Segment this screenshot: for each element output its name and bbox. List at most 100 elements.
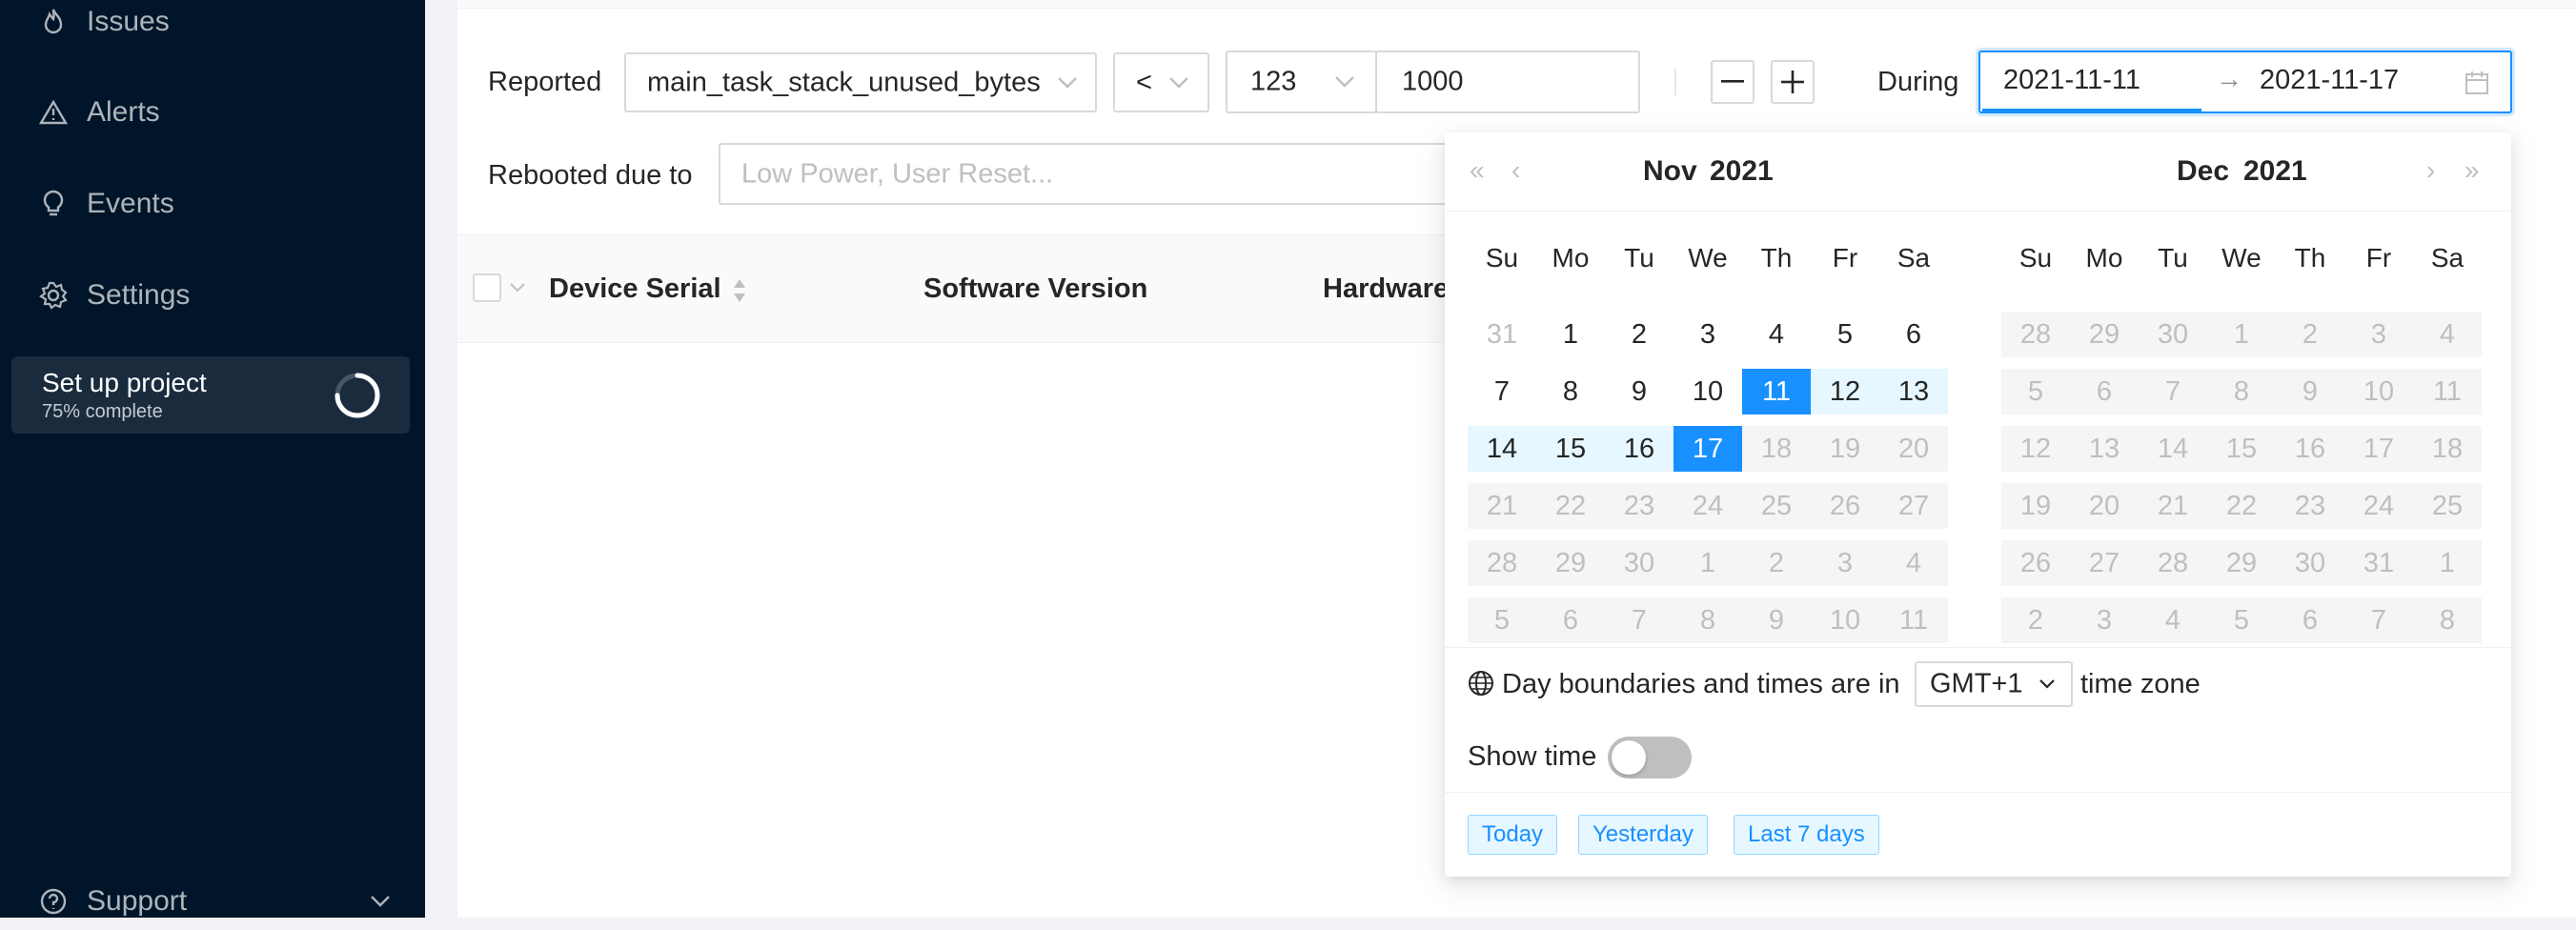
metric-select[interactable]: main_task_stack_unused_bytes [624, 52, 1097, 112]
range-start-input[interactable]: 2021-11-11 [2003, 65, 2140, 96]
calendar-day[interactable]: 29 [2207, 540, 2276, 586]
calendar-day[interactable]: 10 [1811, 597, 1879, 643]
column-device-serial[interactable]: Device Serial [549, 273, 721, 305]
calendar-day[interactable]: 24 [1673, 483, 1742, 529]
calendar-day[interactable]: 27 [2070, 540, 2139, 586]
right-month-label[interactable]: Dec [2177, 155, 2229, 188]
setup-project-card[interactable]: Set up project 75% complete [11, 356, 410, 434]
calendar-day[interactable]: 10 [1673, 369, 1742, 414]
calendar-day[interactable]: 2 [2276, 312, 2344, 357]
calendar-day[interactable]: 13 [1879, 369, 1948, 414]
calendar-day[interactable]: 8 [1536, 369, 1605, 414]
calendar-day[interactable]: 9 [2276, 369, 2344, 414]
add-filter-button[interactable] [1771, 60, 1815, 104]
sidebar-item-events[interactable]: Events [0, 175, 425, 232]
calendar-day[interactable]: 13 [2070, 426, 2139, 472]
remove-filter-button[interactable] [1711, 60, 1755, 104]
left-month-label[interactable]: Nov [1643, 155, 1697, 188]
calendar-day[interactable]: 11 [2413, 369, 2482, 414]
calendar-day[interactable]: 23 [1605, 483, 1673, 529]
calendar-day[interactable]: 1 [1536, 312, 1605, 357]
sidebar-item-issues[interactable]: Issues [0, 0, 425, 51]
threshold-input[interactable]: 1000 [1375, 51, 1640, 113]
operator-select[interactable]: < [1113, 52, 1209, 112]
next-month-icon[interactable]: › [2426, 155, 2435, 186]
calendar-day[interactable]: 5 [2001, 369, 2070, 414]
calendar-day[interactable]: 1 [2207, 312, 2276, 357]
calendar-day[interactable]: 5 [2207, 597, 2276, 643]
calendar-day[interactable]: 8 [1673, 597, 1742, 643]
calendar-day[interactable]: 2 [1742, 540, 1811, 586]
left-year-label[interactable]: 2021 [1710, 155, 1774, 188]
calendar-day[interactable]: 22 [1536, 483, 1605, 529]
column-software-version[interactable]: Software Version [923, 273, 1147, 305]
reboot-reason-input[interactable]: Low Power, User Reset... [719, 143, 1462, 205]
calendar-day[interactable]: 31 [2344, 540, 2413, 586]
calendar-day[interactable]: 7 [2139, 369, 2207, 414]
calendar-day[interactable]: 3 [1811, 540, 1879, 586]
calendar-day[interactable]: 29 [2070, 312, 2139, 357]
calendar-day[interactable]: 4 [2413, 312, 2482, 357]
calendar-day[interactable]: 7 [1468, 369, 1536, 414]
calendar-day[interactable]: 21 [2139, 483, 2207, 529]
calendar-day[interactable]: 26 [2001, 540, 2070, 586]
calendar-day[interactable]: 30 [1605, 540, 1673, 586]
calendar-day[interactable]: 4 [1879, 540, 1948, 586]
calendar-day[interactable]: 22 [2207, 483, 2276, 529]
right-year-label[interactable]: 2021 [2243, 155, 2307, 188]
calendar-day[interactable]: 19 [1811, 426, 1879, 472]
calendar-day[interactable]: 23 [2276, 483, 2344, 529]
calendar-day[interactable]: 5 [1468, 597, 1536, 643]
calendar-day[interactable]: 8 [2413, 597, 2482, 643]
calendar-day[interactable]: 30 [2139, 312, 2207, 357]
calendar-day[interactable]: 12 [2001, 426, 2070, 472]
calendar-day[interactable]: 25 [1742, 483, 1811, 529]
preset-yesterday-button[interactable]: Yesterday [1578, 815, 1708, 855]
calendar-day[interactable]: 4 [2139, 597, 2207, 643]
calendar-day[interactable]: 28 [2139, 540, 2207, 586]
calendar-day[interactable]: 29 [1536, 540, 1605, 586]
calendar-day[interactable]: 3 [2344, 312, 2413, 357]
calendar-day[interactable]: 11 [1879, 597, 1948, 643]
calendar-day[interactable]: 3 [2070, 597, 2139, 643]
calendar-day[interactable]: 19 [2001, 483, 2070, 529]
calendar-day[interactable]: 24 [2344, 483, 2413, 529]
calendar-day[interactable]: 10 [2344, 369, 2413, 414]
value-type-select[interactable]: 123 [1226, 51, 1377, 113]
calendar-day[interactable]: 18 [1742, 426, 1811, 472]
calendar-day[interactable]: 15 [2207, 426, 2276, 472]
calendar-day[interactable]: 1 [1673, 540, 1742, 586]
calendar-day[interactable]: 28 [2001, 312, 2070, 357]
calendar-day[interactable]: 30 [2276, 540, 2344, 586]
calendar-day[interactable]: 15 [1536, 426, 1605, 472]
calendar-day[interactable]: 17 [1673, 426, 1742, 472]
prev-year-icon[interactable]: « [1470, 155, 1485, 186]
select-all-checkbox[interactable] [473, 273, 501, 302]
calendar-day[interactable]: 3 [1673, 312, 1742, 357]
sort-icon[interactable] [732, 277, 747, 304]
calendar-day[interactable]: 27 [1879, 483, 1948, 529]
sidebar-item-support[interactable]: Support [0, 873, 425, 930]
calendar-day[interactable]: 11 [1742, 369, 1811, 414]
calendar-day[interactable]: 8 [2207, 369, 2276, 414]
calendar-day[interactable]: 2 [1605, 312, 1673, 357]
calendar-day[interactable]: 26 [1811, 483, 1879, 529]
show-time-toggle[interactable] [1608, 737, 1692, 778]
range-end-input[interactable]: 2021-11-17 [2260, 65, 2399, 96]
calendar-day[interactable]: 14 [2139, 426, 2207, 472]
timezone-select[interactable]: GMT+1 [1915, 661, 2073, 707]
chevron-down-icon[interactable] [510, 283, 525, 293]
calendar-day[interactable]: 31 [1468, 312, 1536, 357]
calendar-day[interactable]: 12 [1811, 369, 1879, 414]
calendar-day[interactable]: 18 [2413, 426, 2482, 472]
calendar-day[interactable]: 7 [1605, 597, 1673, 643]
sidebar-item-settings[interactable]: Settings [0, 267, 425, 324]
prev-month-icon[interactable]: ‹ [1511, 155, 1520, 186]
calendar-day[interactable]: 6 [2276, 597, 2344, 643]
date-range-picker[interactable]: 2021-11-11 → 2021-11-17 [1978, 51, 2512, 113]
calendar-day[interactable]: 28 [1468, 540, 1536, 586]
calendar-day[interactable]: 17 [2344, 426, 2413, 472]
calendar-day[interactable]: 20 [1879, 426, 1948, 472]
calendar-day[interactable]: 14 [1468, 426, 1536, 472]
column-hardware[interactable]: Hardware [1323, 273, 1449, 305]
